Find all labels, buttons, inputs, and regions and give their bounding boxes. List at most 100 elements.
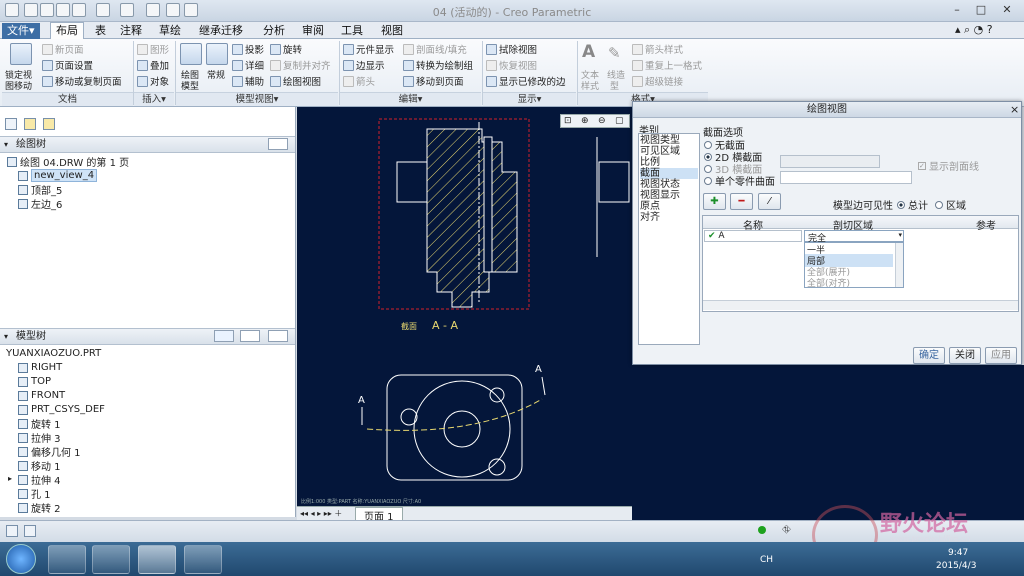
model-item-offset-geometry-1[interactable]: 偏移几何 1 <box>18 445 81 459</box>
cut-area-dropdown[interactable]: 完全 ▾ <box>804 230 904 244</box>
close-button[interactable]: ✕ <box>996 2 1018 19</box>
projection-button[interactable]: 投影 <box>232 42 264 56</box>
repaint-icon[interactable]: ▢ <box>615 116 624 126</box>
repeat-format-button[interactable]: 重复上一格式 <box>632 58 702 72</box>
auxiliary-button[interactable]: 辅助 <box>232 74 264 88</box>
show-hatch-checkbox[interactable]: ✓ 显示剖面线 <box>918 158 979 173</box>
tree-item-left-6[interactable]: 左边_6 <box>18 197 62 211</box>
tree-settings-icon[interactable] <box>268 138 288 150</box>
tab-review[interactable]: 审阅 <box>297 23 329 39</box>
minimize-button[interactable]: – <box>946 2 968 19</box>
hatching-button[interactable]: 剖面线/填充 <box>403 42 467 56</box>
convert-draw-group-button[interactable]: 转换为绘制组 <box>403 58 473 72</box>
language-indicator[interactable]: CH <box>760 555 773 565</box>
radio-edge-area[interactable]: 区域 <box>935 197 966 212</box>
model-tree-filter-icon[interactable] <box>240 330 260 342</box>
close-dialog-button[interactable]: 关闭 <box>949 347 981 364</box>
clock-date[interactable]: 2015/4/3 <box>936 561 976 571</box>
group-insert-label[interactable]: 插入▾ <box>134 92 174 106</box>
navigator-toggle-icon[interactable] <box>6 525 18 537</box>
model-item-top[interactable]: TOP <box>18 375 51 388</box>
taskbar-explorer-icon[interactable] <box>184 545 222 574</box>
group-model-view-label[interactable]: 模型视图▾ <box>176 92 338 106</box>
move-copy-page-button[interactable]: 移动或复制页面 <box>42 74 122 88</box>
browser-toggle-icon[interactable] <box>24 525 36 537</box>
part-surface-field[interactable] <box>780 171 912 184</box>
resume-view-button[interactable]: 恢复视图 <box>486 58 537 72</box>
tab-analysis[interactable]: 分析 <box>258 23 290 39</box>
tab-legacy-migration[interactable]: 继承迁移 <box>194 23 248 39</box>
tree-tab-icon[interactable] <box>5 118 17 130</box>
tab-file[interactable]: 文件▾ <box>2 23 40 39</box>
remove-section-button[interactable]: ━ <box>730 193 753 210</box>
graphics-button[interactable]: 图形 <box>137 42 169 56</box>
tab-view[interactable]: 视图 <box>376 23 408 39</box>
arrow-button[interactable]: 箭头 <box>343 74 375 88</box>
model-item-hole-1[interactable]: 孔 1 <box>18 487 51 501</box>
tab-tools[interactable]: 工具 <box>336 23 368 39</box>
option-full-aligned[interactable]: 全部(对齐) <box>807 276 850 289</box>
selection-filter-icon[interactable]: ⛗ <box>782 523 791 537</box>
component-display-button[interactable]: 元件显示 <box>343 42 394 56</box>
category-alignment[interactable]: 对齐 <box>640 212 660 223</box>
category-visible-area[interactable]: 可见区域 <box>640 146 680 157</box>
tab-annotate[interactable]: 注释 <box>115 23 147 39</box>
radio-edge-total[interactable]: 总计 <box>897 197 928 212</box>
page-setup-button[interactable]: 页面设置 <box>42 58 93 72</box>
group-edit-label[interactable]: 编辑▾ <box>340 92 481 106</box>
expand-icon[interactable]: ▸ <box>8 474 12 483</box>
radio-single-part-surface[interactable]: 单个零件曲面 <box>704 173 775 188</box>
category-view-display[interactable]: 视图显示 <box>640 190 680 201</box>
model-tree-show-icon[interactable] <box>214 330 234 342</box>
line-style-icon[interactable]: ✎ <box>608 44 621 62</box>
start-button[interactable] <box>6 544 36 574</box>
drawing-canvas[interactable]: 截面 A - A A A 比例1:000 类型:PART 名称:YUANXIAO… <box>297 107 632 520</box>
model-tree-root[interactable]: YUANXIAOZUO.PRT <box>6 347 101 360</box>
maximize-button[interactable]: □ <box>970 2 992 19</box>
section-select-dropdown[interactable] <box>780 155 880 168</box>
arrow-style-button[interactable]: 箭头样式 <box>632 42 683 56</box>
zoom-in-icon[interactable]: ⊕ <box>581 116 589 126</box>
drawing-tree-root[interactable]: 绘图 04.DRW 的第 1 页 <box>7 155 129 169</box>
model-item-front[interactable]: FRONT <box>18 389 65 402</box>
group-display-label[interactable]: 显示▾ <box>483 92 576 106</box>
collapse-icon[interactable]: ▾ <box>4 332 8 341</box>
model-item-revolve-1[interactable]: 旋转 1 <box>18 417 61 431</box>
model-item-right[interactable]: RIGHT <box>18 361 62 374</box>
category-view-state[interactable]: 视图状态 <box>640 179 680 190</box>
category-view-type[interactable]: 视图类型 <box>640 135 680 146</box>
copy-align-button[interactable]: 复制并对齐 <box>270 58 331 72</box>
tab-sketch[interactable]: 草绘 <box>154 23 186 39</box>
general-view-icon[interactable] <box>206 43 228 65</box>
row-name-cell[interactable]: ✔ A <box>704 230 802 242</box>
detail-button[interactable]: 详细 <box>232 58 264 72</box>
taskbar-calculator-icon[interactable] <box>48 545 86 574</box>
section-label[interactable]: 截面 <box>401 321 417 331</box>
model-item-revolve-2[interactable]: 旋转 2 <box>18 501 61 515</box>
drawing-canvas-extension[interactable] <box>632 365 1024 520</box>
tree-item-top-5[interactable]: 顶部_5 <box>18 183 62 197</box>
model-tree-settings-icon[interactable] <box>268 330 288 342</box>
zoom-out-icon[interactable]: ⊖ <box>598 116 606 126</box>
clock-time[interactable]: 9:47 <box>948 548 968 558</box>
flip-section-button[interactable]: ⁄ <box>758 193 781 210</box>
drawing-model-icon[interactable] <box>180 43 202 65</box>
tab-table[interactable]: 表 <box>90 23 111 39</box>
page-tab[interactable]: 页面 1 <box>355 507 403 520</box>
page-nav-icons[interactable]: ◂◂ ◂ ▸ ▸▸ ＋ <box>300 508 342 519</box>
tab-layout[interactable]: 布局 <box>50 22 84 40</box>
ok-button[interactable]: 确定 <box>913 347 945 364</box>
object-button[interactable]: 对象 <box>137 74 169 88</box>
collapse-icon[interactable]: ▾ <box>4 140 8 149</box>
overlay-button[interactable]: 叠加 <box>137 58 169 72</box>
model-item-extrude-4[interactable]: 拉伸 4 <box>18 473 61 487</box>
help-nav-icons[interactable]: ▴ ⌕ ◔ ? <box>955 23 993 37</box>
category-section[interactable]: 截面 <box>640 168 698 179</box>
tree-item-new-view-4[interactable]: new_view_4 <box>18 169 98 182</box>
rotate-button[interactable]: 旋转 <box>270 42 302 56</box>
folder-tab-icon[interactable] <box>24 118 36 130</box>
edge-display-button[interactable]: 边显示 <box>343 58 385 72</box>
drawing-view-button[interactable]: 绘图视图 <box>270 74 321 88</box>
text-style-icon[interactable]: A <box>582 42 595 62</box>
table-hscrollbar[interactable] <box>703 300 1018 310</box>
